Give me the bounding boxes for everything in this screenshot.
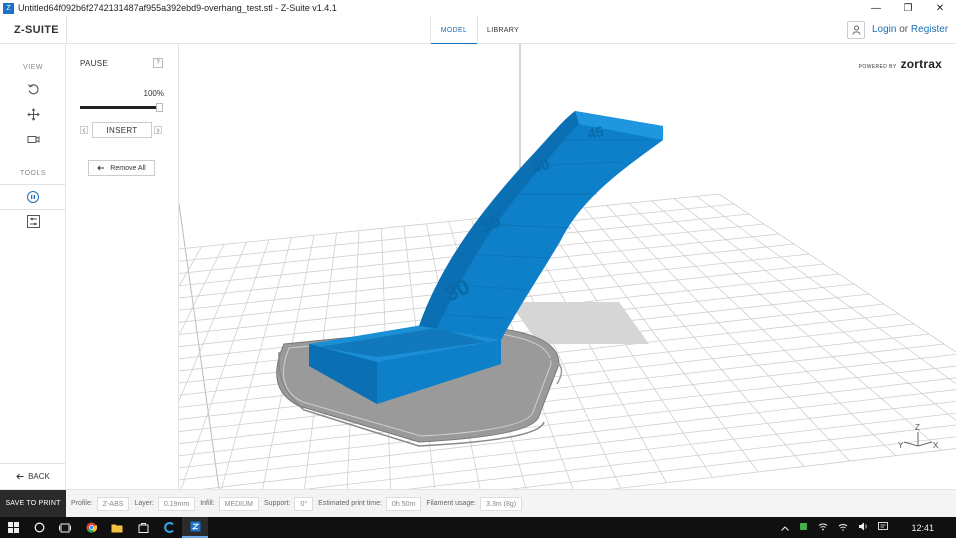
login-register: Login or Register <box>872 24 948 35</box>
powered-by-zortrax: POWERED BY zortrax <box>859 57 942 71</box>
save-to-print-button[interactable]: SAVE TO PRINT <box>0 489 66 518</box>
panel-title: PAUSE <box>80 59 109 68</box>
folder-icon <box>111 524 123 532</box>
infill-label: Infill: <box>200 500 215 507</box>
login-or: or <box>896 24 911 35</box>
c-app-icon <box>163 522 174 533</box>
network-icon[interactable] <box>818 522 828 533</box>
taskbar-chrome[interactable] <box>78 517 104 538</box>
infill-value: MEDIUM <box>218 496 259 511</box>
pause-circle-icon <box>27 191 39 203</box>
pause-panel: PAUSE ? 100% INSERT Remove All <box>66 44 179 489</box>
tray-app-icon[interactable] <box>799 522 808 533</box>
step-back-button[interactable] <box>80 126 88 134</box>
axis-x-label: X <box>933 441 939 450</box>
filament-value: 3.3m (8g) <box>480 496 523 511</box>
grid-line <box>673 198 956 421</box>
move-icon[interactable] <box>24 105 42 123</box>
notifications-icon[interactable] <box>878 522 889 533</box>
user-icon[interactable] <box>847 21 865 39</box>
layer-value: 0.19mm <box>157 496 196 511</box>
app-icon: Z <box>3 2 14 14</box>
overhang-test-model: 30 35 40 45 <box>309 111 663 404</box>
search-button[interactable] <box>26 517 52 538</box>
tray-chevron-icon[interactable] <box>781 523 790 533</box>
clock[interactable]: 12:41 <box>911 523 934 533</box>
task-view-button[interactable] <box>52 517 78 538</box>
window-title: Untitled64f092b6f2742131487af955a392ebd9… <box>18 3 337 13</box>
axis-z-label: Z <box>915 423 920 432</box>
axes-gizmo: Z X Y <box>898 423 939 450</box>
taskbar-explorer[interactable] <box>104 517 130 538</box>
print-time-value: 0h 50m <box>385 496 422 511</box>
layer-slider-track[interactable] <box>80 106 160 109</box>
remove-all-button[interactable]: Remove All <box>88 160 155 176</box>
chrome-icon <box>86 522 97 533</box>
windows-icon <box>7 522 19 533</box>
window-titlebar: Z Untitled64f092b6f2742131487af955a392eb… <box>0 0 956 16</box>
task-view-icon <box>59 523 71 532</box>
grid-line <box>718 193 956 353</box>
taskbar-zsuite[interactable] <box>182 517 208 538</box>
system-tray: 12:41 <box>776 517 956 538</box>
zsuite-logo: Z-SUITE <box>14 24 59 36</box>
search-circle-icon <box>34 522 44 533</box>
filament-label: Filament usage: <box>426 500 477 507</box>
taskbar-store[interactable] <box>130 517 156 538</box>
grid-line <box>407 424 956 489</box>
wifi-icon[interactable] <box>838 522 848 533</box>
step-forward-button[interactable] <box>154 126 162 134</box>
login-link[interactable]: Login <box>872 24 896 35</box>
register-link[interactable]: Register <box>911 24 948 35</box>
back-arrow-icon <box>16 473 24 480</box>
back-button[interactable]: BACK <box>0 463 66 489</box>
profile-value: Z-ABS <box>96 496 130 511</box>
back-label: BACK <box>28 472 50 481</box>
zortrax-logo: zortrax <box>900 57 942 71</box>
axis-y-label: Y <box>898 441 904 450</box>
tools-section-label: TOOLS <box>19 170 47 177</box>
tab-model[interactable]: MODEL <box>430 16 478 45</box>
powered-by-label: POWERED BY <box>858 64 897 70</box>
print-time-label: Estimated print time: <box>318 500 382 507</box>
settings-tool-icon[interactable] <box>24 212 42 230</box>
layer-label: Layer: <box>134 500 154 507</box>
insert-button[interactable]: INSERT <box>92 122 152 138</box>
grid-line <box>538 212 713 478</box>
restore-button[interactable]: ❐ <box>892 0 924 16</box>
app-header: Z-SUITE MODEL LIBRARY Login or Register <box>0 16 956 45</box>
status-bar: SAVE TO PRINT Profile: Z-ABS Layer: 0.19… <box>0 489 956 518</box>
support-label: Support: <box>263 500 291 507</box>
view-section-label: VIEW <box>23 64 43 71</box>
header-divider <box>66 16 67 44</box>
rotate-icon[interactable] <box>24 80 42 98</box>
profile-label: Profile: <box>71 500 93 507</box>
close-button[interactable]: ✕ <box>924 0 956 16</box>
volume-icon[interactable] <box>858 522 868 533</box>
windows-taskbar: 12:41 <box>0 517 956 538</box>
undo-arrow-icon <box>97 165 105 171</box>
remove-all-label: Remove All <box>110 164 146 172</box>
left-toolbar: VIEW TOOLS BACK <box>0 44 66 489</box>
minimize-button[interactable]: — <box>860 0 892 16</box>
support-value: 0° <box>294 496 314 511</box>
3d-viewport[interactable]: POWERED BY zortrax 30 35 40 45 Z X Y <box>179 44 956 489</box>
camera-icon[interactable] <box>24 130 42 148</box>
tab-library[interactable]: LIBRARY <box>479 16 527 44</box>
grid-line <box>606 205 851 462</box>
store-bag-icon <box>138 523 148 533</box>
start-button[interactable] <box>0 517 26 538</box>
zsuite-taskbar-icon <box>190 521 200 532</box>
layer-slider-thumb[interactable] <box>156 103 163 112</box>
taskbar-ccleaner[interactable] <box>156 517 182 538</box>
help-button[interactable]: ? <box>153 58 163 68</box>
layer-percent: 100% <box>143 89 164 98</box>
pause-tool-icon[interactable] <box>24 188 42 206</box>
grid-line <box>508 436 956 489</box>
print-scene: 30 35 40 45 Z X Y <box>179 44 956 489</box>
grid-line <box>180 239 270 489</box>
